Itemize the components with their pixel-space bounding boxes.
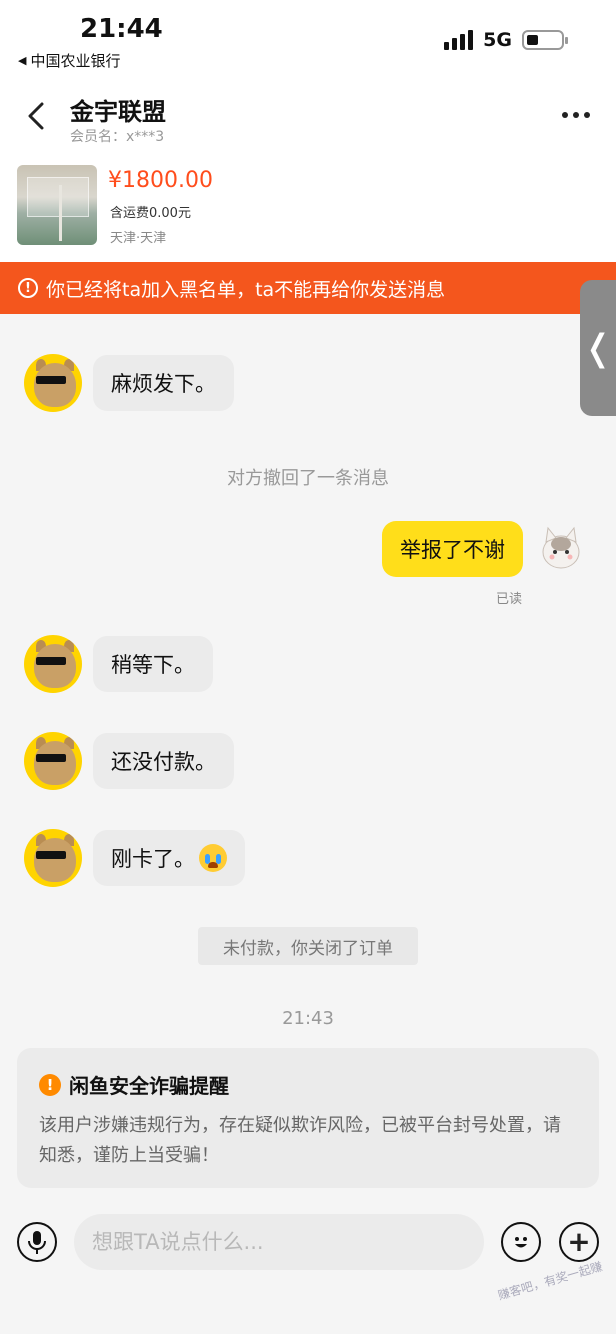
message-bubble-incoming[interactable]: 还没付款。 xyxy=(93,733,234,789)
chevron-left-icon: ❬ xyxy=(582,327,614,369)
member-name: 会员名：x***3 xyxy=(70,129,165,145)
signal-icon xyxy=(444,30,474,50)
battery-icon xyxy=(522,30,568,50)
more-button[interactable] xyxy=(556,100,596,130)
back-app-label: 中国农业银行 xyxy=(30,52,121,70)
smile-icon xyxy=(515,1237,527,1248)
message-text: 刚卡了。 xyxy=(111,847,195,871)
fraud-warning-card: ! 闲鱼安全诈骗提醒 该用户涉嫌违规行为，存在疑似欺诈风险，已被平台封号处置，请… xyxy=(17,1048,599,1188)
avatar[interactable] xyxy=(24,732,82,790)
chat-title: 金宇联盟 xyxy=(70,98,166,126)
avatar[interactable] xyxy=(24,354,82,412)
message-bubble-incoming[interactable]: 刚卡了。 xyxy=(93,830,245,886)
cat-avatar[interactable] xyxy=(534,522,588,576)
avatar[interactable] xyxy=(24,829,82,887)
product-location: 天津·天津 xyxy=(110,231,167,246)
warning-body: 该用户涉嫌违规行为，存在疑似欺诈风险，已被平台封号处置，请知悉，谨防上当受骗！ xyxy=(39,1115,561,1166)
warning-icon: ! xyxy=(39,1073,61,1096)
back-button[interactable] xyxy=(18,96,54,136)
avatar[interactable] xyxy=(24,635,82,693)
microphone-icon xyxy=(28,1231,46,1254)
status-time: 21:44 xyxy=(80,14,163,44)
emoji-button[interactable] xyxy=(501,1222,541,1262)
back-triangle-icon: ◀ xyxy=(18,54,27,67)
more-actions-button[interactable]: + xyxy=(559,1222,599,1262)
network-type: 5G xyxy=(483,29,512,51)
status-indicators: 5G xyxy=(444,29,568,51)
recall-notice: 对方撤回了一条消息 xyxy=(227,468,389,489)
product-shipping: 含运费0.00元 xyxy=(110,206,191,221)
timestamp: 21:43 xyxy=(282,1008,334,1029)
watermark: 赚客吧，有奖一起赚 xyxy=(496,1259,604,1303)
more-dot-icon xyxy=(584,112,590,118)
cat-avatar-icon xyxy=(542,526,580,569)
message-bubble-incoming[interactable]: 稍等下。 xyxy=(93,636,213,692)
alert-icon: ! xyxy=(18,278,38,298)
message-bubble-incoming[interactable]: 麻烦发下。 xyxy=(93,355,234,411)
side-drawer-tab[interactable]: ❬ xyxy=(580,280,616,416)
plus-icon: + xyxy=(567,1225,591,1258)
product-price: ¥1800.00 xyxy=(108,168,213,193)
voice-button[interactable] xyxy=(17,1222,57,1262)
product-thumbnail[interactable] xyxy=(17,165,97,245)
banner-text: 你已经将ta加入黑名单，ta不能再给你发送消息 xyxy=(46,278,446,301)
read-status: 已读 xyxy=(495,592,522,607)
warning-title: 闲鱼安全诈骗提醒 xyxy=(69,1074,229,1098)
more-dot-icon xyxy=(573,112,579,118)
blacklist-banner: ! 你已经将ta加入黑名单，ta不能再给你发送消息 xyxy=(0,262,616,314)
chevron-left-icon xyxy=(28,102,44,130)
crying-face-icon xyxy=(199,844,227,872)
more-dot-icon xyxy=(562,112,568,118)
message-input[interactable] xyxy=(74,1214,484,1270)
back-to-app[interactable]: ◀ 中国农业银行 xyxy=(18,50,120,71)
order-closed-notice: 未付款，你关闭了订单 xyxy=(198,927,418,965)
message-bubble-outgoing[interactable]: 举报了不谢 xyxy=(382,521,523,577)
